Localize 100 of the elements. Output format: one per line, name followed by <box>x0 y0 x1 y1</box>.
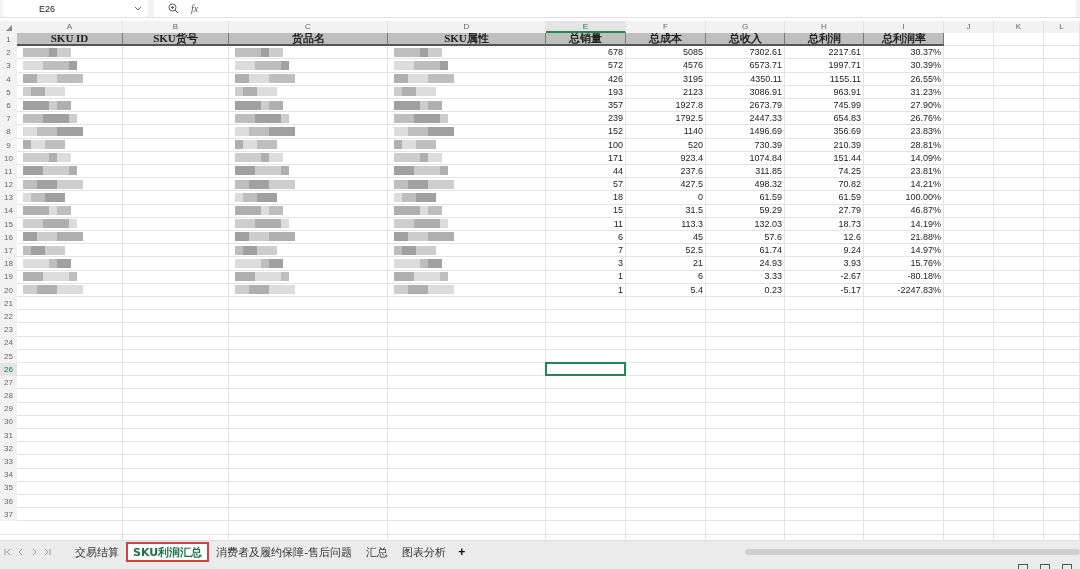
sheet-tab[interactable]: 交易结算 <box>69 542 125 561</box>
table-cell-text: 61.59 <box>758 191 783 204</box>
pixelated-redaction <box>394 219 448 229</box>
table-cell-text: 26.55% <box>909 72 942 85</box>
table-cell-text: 1997.71 <box>827 59 862 72</box>
pixelated-redaction <box>394 87 436 97</box>
sheet-tab[interactable]: 图表分析 <box>396 542 453 561</box>
pixelated-redaction <box>394 245 436 255</box>
pixelated-redaction <box>23 192 65 202</box>
row-number[interactable]: 8 <box>0 125 17 139</box>
table-cell-text: 27.90% <box>909 98 942 112</box>
table-cell-text: 5.4 <box>689 283 704 296</box>
table-cell-text: 3.33 <box>763 270 783 283</box>
row-number[interactable]: 7 <box>0 112 17 126</box>
table-cell-text: 2217.61 <box>827 46 862 59</box>
pixelated-redaction <box>23 47 71 57</box>
sheet-nav-icon[interactable] <box>4 547 12 556</box>
table-cell-text: 1927.8 <box>674 98 704 112</box>
row-number[interactable]: 2 <box>0 46 17 60</box>
table-cell-text: 100.00% <box>904 191 942 204</box>
row-number[interactable]: 33 <box>0 455 17 469</box>
add-sheet-button[interactable]: + <box>454 544 470 559</box>
table-cell-text: 654.83 <box>832 112 862 125</box>
zoom-icon[interactable] <box>168 3 179 14</box>
fx-label[interactable]: fx <box>191 3 199 14</box>
row-number[interactable]: 28 <box>0 389 17 403</box>
row-number[interactable]: 24 <box>0 336 17 350</box>
table-cell-text: 14.09% <box>909 151 942 164</box>
pixelated-redaction <box>394 74 454 84</box>
view-mode-icon[interactable] <box>1018 564 1028 569</box>
row-number[interactable]: 12 <box>0 178 17 192</box>
pixelated-redaction <box>23 232 83 242</box>
row-number[interactable]: 3 <box>0 59 17 73</box>
table-cell-text: 427.5 <box>679 178 704 191</box>
row-number[interactable]: 14 <box>0 204 17 218</box>
table-cell-text: 963.91 <box>832 85 862 98</box>
table-cell-text: 356.69 <box>832 125 862 138</box>
table-cell-text: 3.93 <box>842 257 862 270</box>
pixelated-redaction <box>23 126 83 136</box>
sheet-tab[interactable]: 消费者及履约保障-售后问题 <box>210 542 359 561</box>
table-cell-text: 730.39 <box>753 138 783 151</box>
table-cell-text: 1140 <box>682 125 704 138</box>
table-cell-text: 4350.11 <box>749 72 783 85</box>
view-mode-icon[interactable] <box>1062 564 1072 569</box>
header-cell: 总收入 <box>706 33 785 47</box>
table-cell-text: 18 <box>612 191 624 204</box>
table-cell-text: -5.17 <box>839 283 862 296</box>
row-number[interactable]: 19 <box>0 270 17 284</box>
table-cell-text: 21.88% <box>909 230 942 243</box>
pixelated-redaction <box>394 100 442 110</box>
table-cell-text: 61.59 <box>837 191 862 204</box>
header-cell: 总成本 <box>626 33 706 47</box>
table-cell-text: 132.03 <box>753 217 783 230</box>
pixelated-redaction <box>23 60 77 70</box>
row-number[interactable]: 30 <box>0 415 17 429</box>
formula-field[interactable]: fx <box>154 0 1076 17</box>
pixelated-redaction <box>23 113 77 123</box>
horizontal-scrollbar[interactable] <box>745 548 1080 555</box>
table-cell-text: 6 <box>617 230 624 243</box>
pixelated-redaction <box>394 166 448 176</box>
row-number[interactable]: 35 <box>0 481 17 495</box>
sheet-tab[interactable]: 汇总 <box>360 542 395 561</box>
row-number[interactable]: 18 <box>0 257 17 271</box>
table-cell-text: 5085 <box>681 46 704 59</box>
pixelated-redaction <box>23 258 71 268</box>
table-cell-text: 26.76% <box>909 112 942 125</box>
column-header[interactable]: E <box>546 21 626 33</box>
pixelated-redaction <box>394 113 448 123</box>
row-number[interactable]: 1 <box>0 33 17 47</box>
pixelated-redaction <box>394 179 454 189</box>
header-cell: SKU属性 <box>388 33 546 47</box>
table-cell-text: 1074.84 <box>748 151 783 164</box>
name-box[interactable]: E26 <box>3 0 148 17</box>
table-cell-text: 23.81% <box>909 164 942 178</box>
table-cell-text: 426 <box>606 72 624 85</box>
table-cell-text: 7302.61 <box>748 46 783 59</box>
row-number[interactable]: 29 <box>0 402 17 416</box>
pixelated-redaction <box>394 271 448 281</box>
table-cell-text: 2447.33 <box>748 112 783 125</box>
table-cell-text: 15.76% <box>909 257 942 270</box>
table-cell-text: 311.85 <box>754 164 783 178</box>
table-cell-text: 1155.11 <box>828 72 862 85</box>
table-cell-text: 12.6 <box>842 230 862 243</box>
row-number[interactable]: 17 <box>0 244 17 258</box>
row-number[interactable]: 13 <box>0 191 17 205</box>
table-cell-text: 7 <box>617 244 624 257</box>
row-number[interactable]: 23 <box>0 323 17 337</box>
table-cell-text: 151.44 <box>832 151 862 164</box>
table-cell-text: 14.97% <box>909 244 942 257</box>
sheet-nav-icon[interactable] <box>43 547 51 556</box>
selected-cell[interactable] <box>545 361 626 376</box>
table-cell-text: 4576 <box>681 59 704 72</box>
select-all-icon[interactable] <box>5 25 12 31</box>
row-number[interactable]: 34 <box>0 468 17 482</box>
table-cell-text: 210.39 <box>832 138 862 151</box>
table-cell-text: 31.5 <box>684 204 704 217</box>
view-mode-icon[interactable] <box>1040 564 1050 569</box>
pixelated-redaction <box>235 192 277 202</box>
table-cell-text: 52.5 <box>684 244 704 257</box>
sheet-tab[interactable]: SKU利润汇总 <box>127 542 209 561</box>
